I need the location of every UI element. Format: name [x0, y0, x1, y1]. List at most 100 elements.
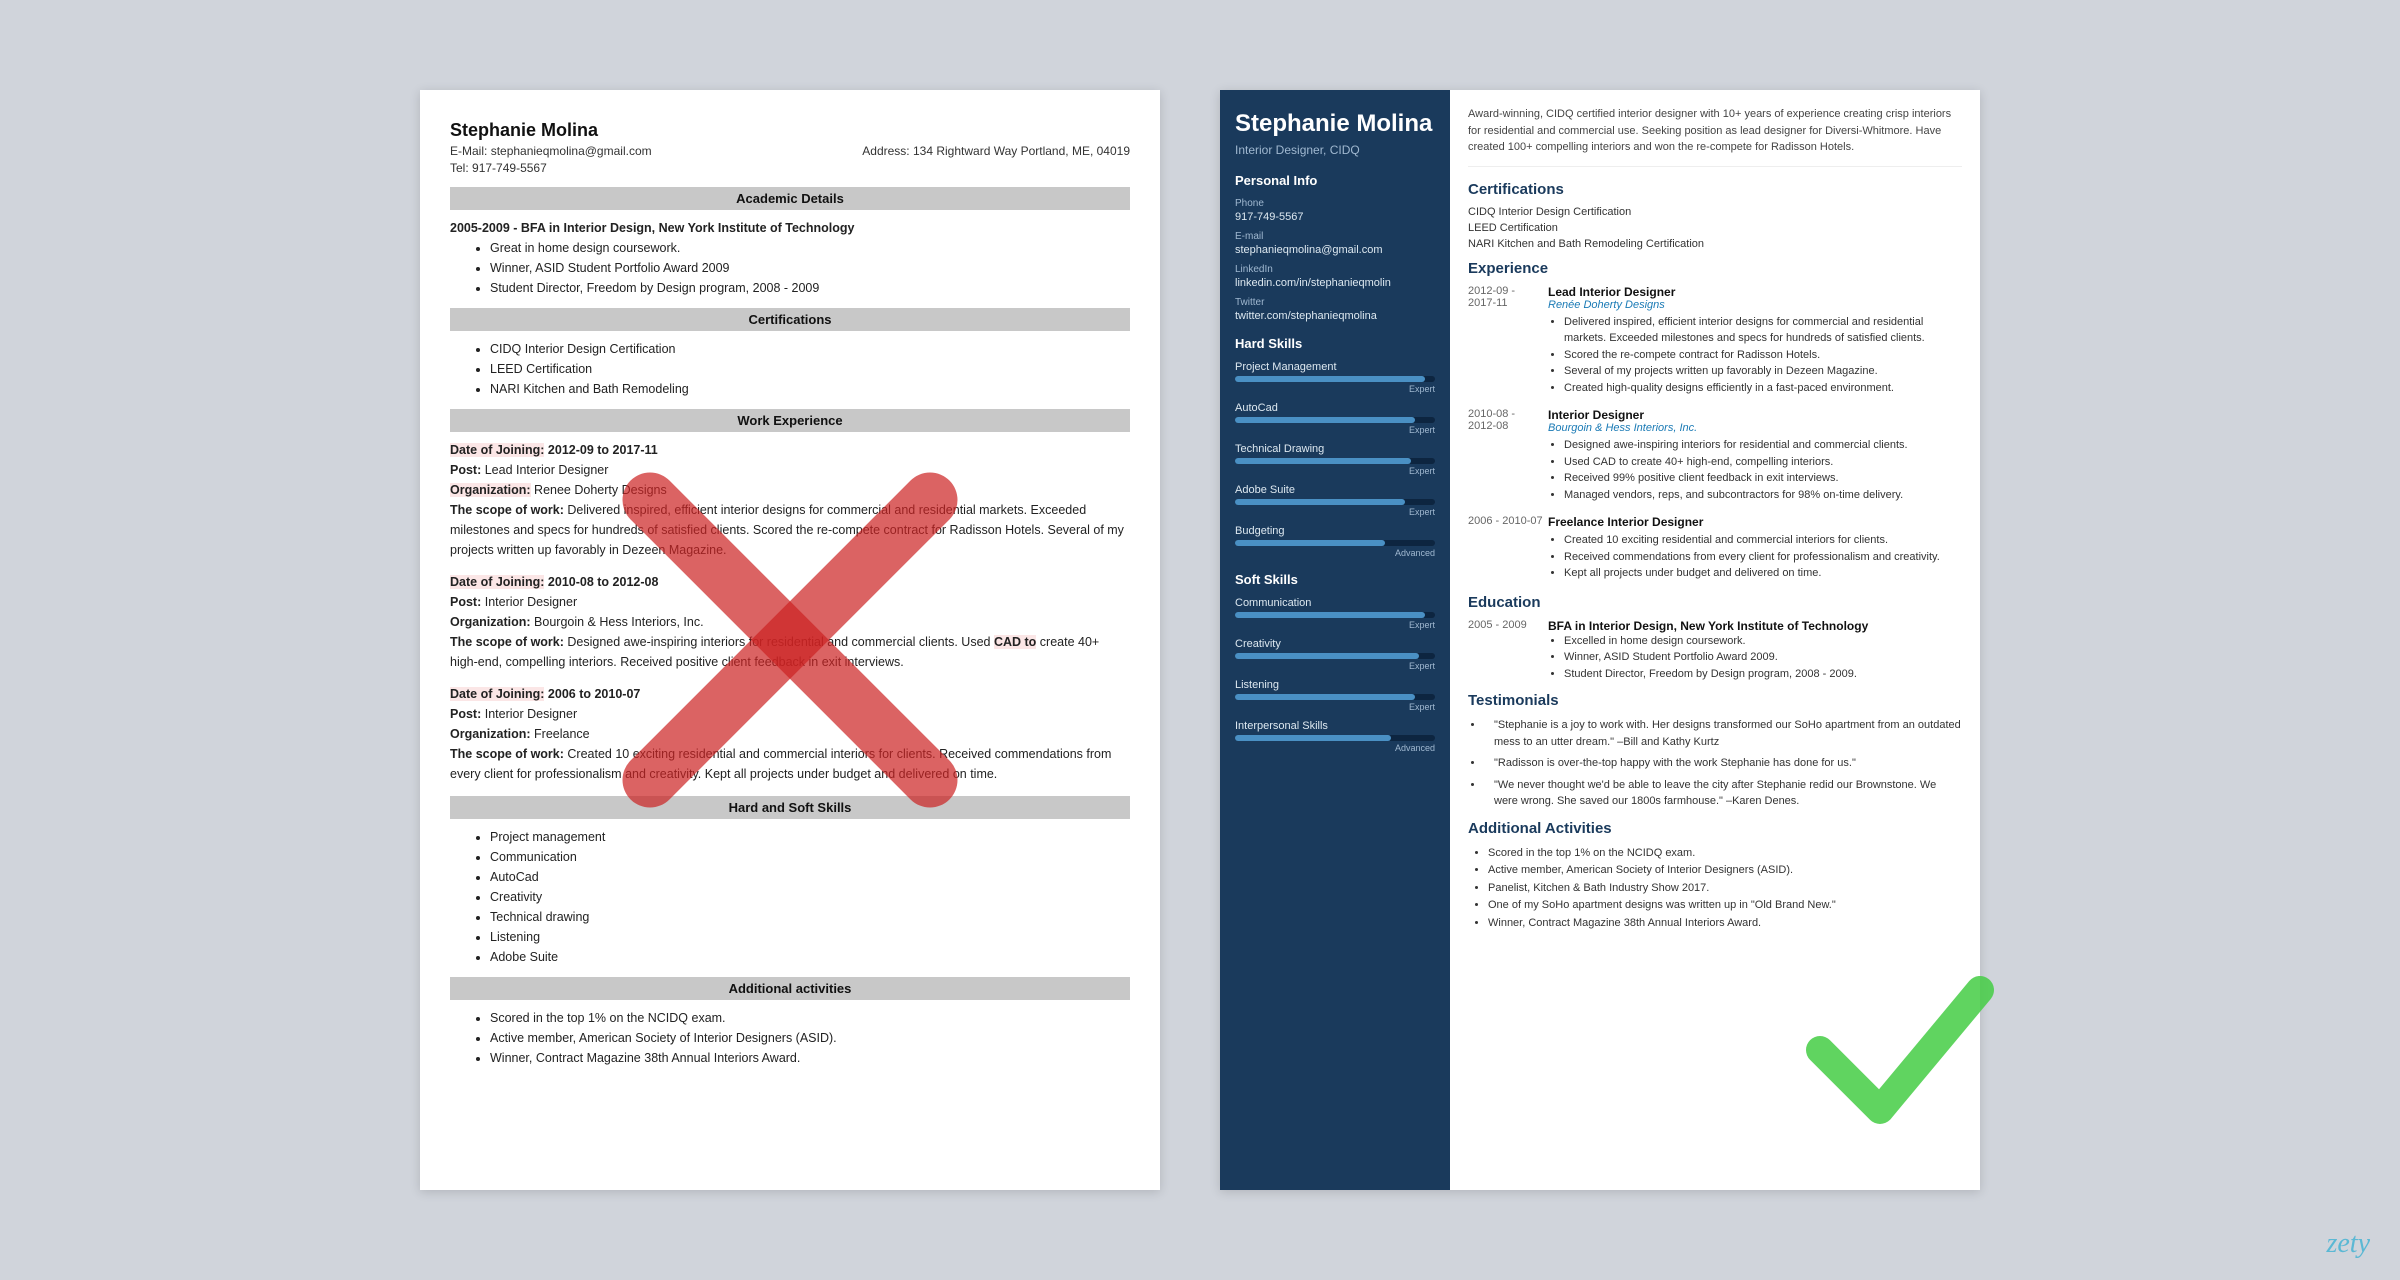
list-item: AutoCad — [490, 867, 1130, 887]
list-item: Scored in the top 1% on the NCIDQ exam. — [1488, 845, 1962, 863]
twitter-label: Twitter — [1235, 297, 1435, 308]
hard-skill-item: BudgetingAdvanced — [1235, 525, 1435, 558]
education-list: 2005 - 2009 BFA in Interior Design, New Y… — [1468, 619, 1962, 683]
left-academic-header: Academic Details — [450, 187, 1130, 210]
hard-skill-item: Adobe Suite Expert — [1235, 484, 1435, 517]
cert-list: CIDQ Interior Design CertificationLEED C… — [1468, 206, 1962, 250]
hard-skill-item: AutoCadExpert — [1235, 402, 1435, 435]
left-contact-row: E-Mail: stephanieqmolina@gmail.com Addre… — [450, 144, 1130, 158]
skill-label: AutoCad — [1235, 402, 1435, 414]
exp-body: Freelance Interior DesignerCreated 10 ex… — [1548, 515, 1962, 582]
edu-date: 2005 - 2009 — [1468, 619, 1543, 631]
skill-level-label: Expert — [1235, 507, 1435, 517]
edu-degree: BFA in Interior Design, New York Institu… — [1548, 619, 1962, 633]
skill-bar-bg — [1235, 735, 1435, 741]
skill-bar-fill — [1235, 612, 1425, 618]
hard-skills-list: Project ManagementExpertAutoCadExpertTec… — [1235, 361, 1435, 558]
linkedin-label: LinkedIn — [1235, 264, 1435, 275]
hard-skills-title: Hard Skills — [1235, 336, 1435, 351]
additional-list: Scored in the top 1% on the NCIDQ exam.A… — [1468, 845, 1962, 933]
skill-bar-bg — [1235, 612, 1435, 618]
work-scope-1: The scope of work: Delivered inspired, e… — [450, 500, 1130, 560]
left-work-header: Work Experience — [450, 409, 1130, 432]
list-item: Winner, ASID Student Portfolio Award 200… — [1564, 649, 1962, 666]
testimonials-title: Testimonials — [1468, 692, 1962, 709]
left-work-entry-1: Date of Joining: 2012-09 to 2017-11 Post… — [450, 440, 1130, 560]
skill-level-label: Expert — [1235, 620, 1435, 630]
list-item: Creativity — [490, 887, 1130, 907]
work-post-3: Post: Interior Designer — [450, 704, 1130, 724]
linkedin-value: linkedin.com/in/stephanieqmolin — [1235, 277, 1435, 289]
hard-skill-item: Project ManagementExpert — [1235, 361, 1435, 394]
exp-date: 2012-09 - 2017-11 — [1468, 285, 1543, 309]
sidebar-personal-info-title: Personal Info — [1235, 173, 1435, 188]
exp-date: 2010-08 - 2012-08 — [1468, 408, 1543, 432]
skill-bar-fill — [1235, 376, 1425, 382]
exp-date: 2006 - 2010-07 — [1468, 515, 1543, 527]
work-date-2: Date of Joining: 2010-08 to 2012-08 — [450, 572, 1130, 592]
list-item: Scored in the top 1% on the NCIDQ exam. — [490, 1008, 1130, 1028]
exp-body: Interior DesignerBourgoin & Hess Interio… — [1548, 408, 1962, 503]
list-item: Adobe Suite — [490, 947, 1130, 967]
list-item: LEED Certification — [490, 359, 1130, 379]
list-item: Winner, Contract Magazine 38th Annual In… — [1488, 915, 1962, 933]
edu-entry: 2005 - 2009 BFA in Interior Design, New Y… — [1468, 619, 1962, 683]
left-work-entry-3: Date of Joining: 2006 to 2010-07 Post: I… — [450, 684, 1130, 784]
skill-level-label: Advanced — [1235, 743, 1435, 753]
left-skills-header: Hard and Soft Skills — [450, 796, 1130, 819]
soft-skill-item: ListeningExpert — [1235, 679, 1435, 712]
education-title: Education — [1468, 594, 1962, 611]
work-org-3: Organization: Freelance — [450, 724, 1130, 744]
list-item: One of my SoHo apartment designs was wri… — [1488, 897, 1962, 915]
skill-bar-fill — [1235, 694, 1415, 700]
phone-value: 917-749-5567 — [1235, 211, 1435, 223]
skill-bar-fill — [1235, 735, 1391, 741]
exp-entry: 2010-08 - 2012-08Interior DesignerBourgo… — [1468, 408, 1962, 503]
experience-title: Experience — [1468, 260, 1962, 277]
resume-left: Stephanie Molina E-Mail: stephanieqmolin… — [420, 90, 1160, 1190]
left-work-entry-2: Date of Joining: 2010-08 to 2012-08 Post… — [450, 572, 1130, 672]
left-resume-header: Stephanie Molina E-Mail: stephanieqmolin… — [450, 120, 1130, 175]
list-item: Excelled in home design coursework. — [1564, 633, 1962, 650]
skill-level-label: Expert — [1235, 466, 1435, 476]
skill-bar-bg — [1235, 376, 1435, 382]
skill-label: Project Management — [1235, 361, 1435, 373]
work-post-1: Post: Lead Interior Designer — [450, 460, 1130, 480]
list-item: Communication — [490, 847, 1130, 867]
exp-job-title: Lead Interior Designer — [1548, 285, 1962, 299]
left-email: E-Mail: stephanieqmolina@gmail.com — [450, 144, 652, 158]
list-item: Listening — [490, 927, 1130, 947]
main-content: Award-winning, CIDQ certified interior d… — [1450, 90, 1980, 1190]
list-item: Panelist, Kitchen & Bath Industry Show 2… — [1488, 880, 1962, 898]
resume-right: Stephanie Molina Interior Designer, CIDQ… — [1220, 90, 1980, 1190]
additional-title: Additional Activities — [1468, 820, 1962, 837]
list-item: Managed vendors, reps, and subcontractor… — [1564, 487, 1962, 504]
skill-label: Adobe Suite — [1235, 484, 1435, 496]
skill-bar-fill — [1235, 653, 1419, 659]
list-item: Several of my projects written up favora… — [1564, 363, 1962, 380]
list-item: Project management — [490, 827, 1130, 847]
skill-bar-fill — [1235, 417, 1415, 423]
skill-bar-bg — [1235, 417, 1435, 423]
work-scope-3: The scope of work: Created 10 exciting r… — [450, 744, 1130, 784]
page-container: Stephanie Molina E-Mail: stephanieqmolin… — [0, 0, 2400, 1280]
skill-label: Listening — [1235, 679, 1435, 691]
email-value: stephanieqmolina@gmail.com — [1235, 244, 1435, 256]
right-name: Stephanie Molina — [1235, 110, 1435, 139]
list-item: Received 99% positive client feedback in… — [1564, 470, 1962, 487]
phone-label: Phone — [1235, 198, 1435, 209]
exp-entry: 2006 - 2010-07 Freelance Interior Designe… — [1468, 515, 1962, 582]
edu-bullets: Excelled in home design coursework.Winne… — [1548, 633, 1962, 683]
skill-label: Budgeting — [1235, 525, 1435, 537]
cert-title: Certifications — [1468, 181, 1962, 198]
exp-job-title: Interior Designer — [1548, 408, 1962, 422]
edu-body: BFA in Interior Design, New York Institu… — [1548, 619, 1962, 683]
list-item: Active member, American Society of Inter… — [1488, 862, 1962, 880]
skill-bar-bg — [1235, 540, 1435, 546]
list-item: Winner, Contract Magazine 38th Annual In… — [490, 1048, 1130, 1068]
exp-bullets: Delivered inspired, efficient interior d… — [1548, 314, 1962, 397]
list-item: Delivered inspired, efficient interior d… — [1564, 314, 1962, 347]
testimonial-item: "We never thought we'd be able to leave … — [1484, 777, 1962, 810]
exp-bullets: Created 10 exciting residential and comm… — [1548, 532, 1962, 582]
email-label: E-mail — [1235, 231, 1435, 242]
